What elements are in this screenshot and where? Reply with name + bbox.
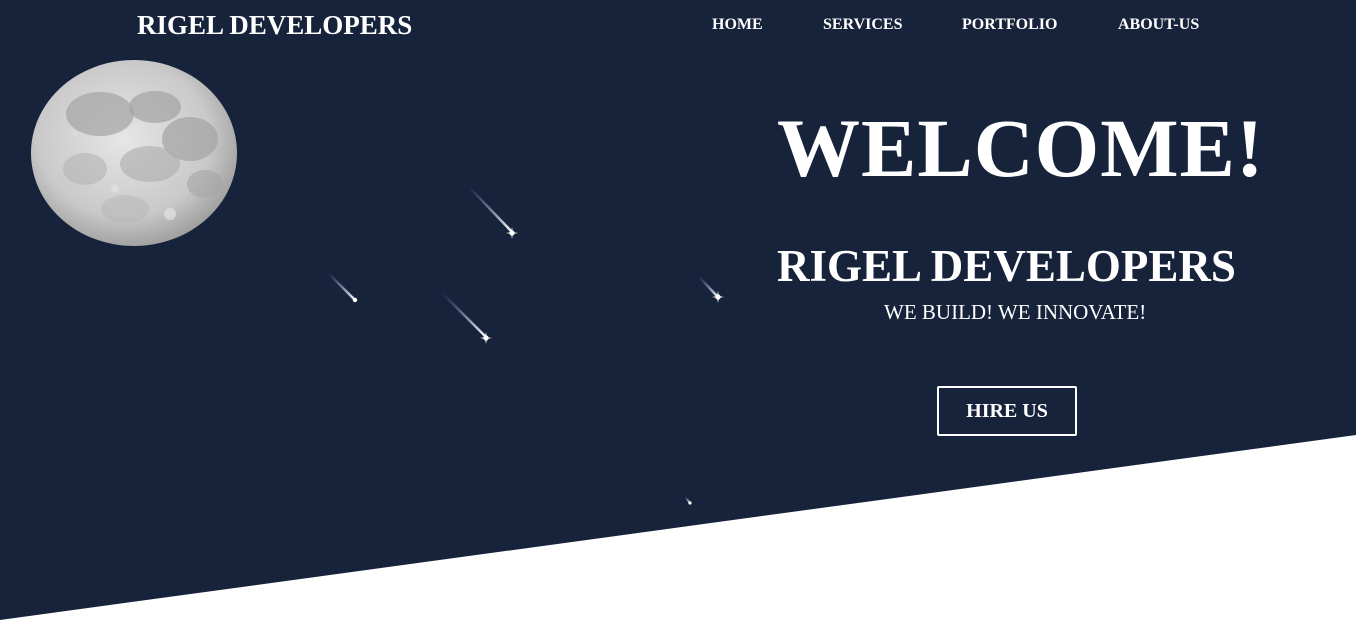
hero-section: RIGEL DEVELOPERS HOME SERVICES PORTFOLIO… xyxy=(0,0,1356,620)
shooting-star-icon xyxy=(326,271,358,303)
hire-us-button[interactable]: HIRE US xyxy=(937,386,1077,436)
shooting-star-icon xyxy=(684,496,692,505)
company-name-heading: RIGEL DEVELOPERS xyxy=(777,241,1236,291)
tagline: WE BUILD! WE INNOVATE! xyxy=(884,300,1147,324)
brand-logo[interactable]: RIGEL DEVELOPERS xyxy=(137,10,412,41)
nav-item-about-us[interactable]: ABOUT-US xyxy=(1118,16,1199,34)
shooting-star-icon xyxy=(697,275,724,303)
nav-item-portfolio[interactable]: PORTFOLIO xyxy=(962,16,1057,34)
nav-item-services[interactable]: SERVICES xyxy=(823,16,902,34)
welcome-heading: WELCOME! xyxy=(777,102,1265,194)
shooting-star-icon xyxy=(466,184,518,239)
shooting-star-icon xyxy=(440,291,492,344)
moon-icon xyxy=(31,60,237,246)
nav-item-home[interactable]: HOME xyxy=(712,16,763,34)
